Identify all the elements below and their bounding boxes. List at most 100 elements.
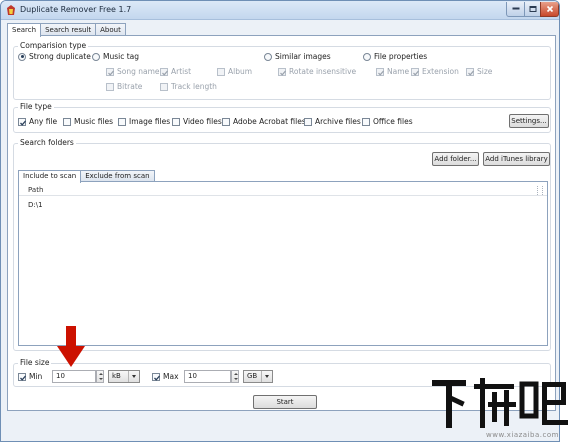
extension-label: Extension — [422, 67, 459, 76]
close-button[interactable] — [540, 2, 559, 17]
list-item[interactable]: D:\1 — [28, 201, 43, 209]
minimize-button[interactable] — [506, 2, 525, 17]
adobe-acrobat-files-checkbox[interactable]: Adobe Acrobat files — [222, 117, 306, 126]
checkbox-icon — [172, 117, 180, 126]
music-tag-radio[interactable]: Music tag — [92, 52, 139, 61]
any-file-label: Any file — [29, 117, 58, 126]
checkbox-checked-icon — [466, 67, 474, 76]
strong-duplicate-label: Strong duplicate — [29, 52, 91, 61]
bitrate-checkbox[interactable]: Bitrate — [106, 82, 142, 91]
checkbox-checked-icon — [160, 67, 168, 76]
checkbox-checked-icon — [376, 67, 384, 76]
checkbox-icon — [222, 117, 230, 126]
adobe-acrobat-files-label: Adobe Acrobat files — [233, 117, 306, 126]
list-header: Path — [19, 185, 547, 196]
min-unit-value: kB — [112, 372, 121, 380]
checkbox-icon — [160, 82, 168, 91]
any-file-checkbox[interactable]: Any file — [18, 117, 57, 126]
music-files-checkbox[interactable]: Music files — [63, 117, 113, 126]
min-size-spinner[interactable] — [96, 370, 104, 383]
file-type-title: File type — [18, 102, 54, 111]
settings-button[interactable]: Settings... — [509, 114, 549, 128]
song-name-checkbox[interactable]: Song name — [106, 67, 160, 76]
chevron-down-icon — [261, 371, 272, 382]
similar-images-label: Similar images — [275, 52, 331, 61]
song-name-label: Song name — [117, 67, 160, 76]
app-icon — [7, 5, 15, 15]
minimize-icon — [512, 7, 519, 10]
music-tag-label: Music tag — [103, 52, 140, 61]
radio-icon — [363, 52, 371, 61]
checkbox-checked-icon — [411, 67, 419, 76]
checkbox-checked-icon — [18, 117, 26, 126]
max-size-checkbox[interactable]: Max — [152, 372, 179, 381]
office-files-checkbox[interactable]: Office files — [362, 117, 413, 126]
checkbox-icon — [217, 67, 225, 76]
radio-selected-icon — [18, 52, 26, 61]
size-checkbox[interactable]: Size — [466, 67, 492, 76]
checkbox-icon — [106, 82, 114, 91]
archive-files-label: Archive files — [315, 117, 361, 126]
min-size-input[interactable]: 10 — [52, 370, 96, 383]
archive-files-checkbox[interactable]: Archive files — [304, 117, 361, 126]
tab-search[interactable]: Search — [7, 23, 42, 37]
max-unit-select[interactable]: GB — [243, 370, 273, 383]
radio-icon — [92, 52, 100, 61]
max-size-input[interactable]: 10 — [184, 370, 231, 383]
rotate-insensitive-checkbox[interactable]: Rotate insensitive — [278, 67, 356, 76]
tab-include-to-scan[interactable]: Include to scan — [18, 170, 82, 183]
min-label: Min — [29, 372, 43, 381]
min-size-checkbox[interactable]: Min — [18, 372, 42, 381]
max-size-spinner[interactable] — [231, 370, 239, 383]
album-label: Album — [228, 67, 253, 76]
min-unit-select[interactable]: kB — [108, 370, 140, 383]
maximize-icon — [529, 6, 536, 12]
close-icon — [546, 5, 553, 13]
title-bar: Duplicate Remover Free 1.7 — [1, 1, 559, 20]
file-size-title: File size — [18, 358, 52, 367]
checkbox-checked-icon — [18, 372, 26, 381]
start-button[interactable]: Start — [253, 395, 317, 409]
image-files-checkbox[interactable]: Image files — [118, 117, 170, 126]
similar-images-radio[interactable]: Similar images — [264, 52, 331, 61]
file-properties-label: File properties — [374, 52, 428, 61]
search-panel: Comparision type Strong duplicate Music … — [7, 35, 556, 411]
album-checkbox[interactable]: Album — [217, 67, 252, 76]
track-length-label: Track length — [171, 82, 217, 91]
radio-icon — [264, 52, 272, 61]
window-title: Duplicate Remover Free 1.7 — [20, 5, 132, 14]
video-files-label: Video files — [183, 117, 222, 126]
extension-checkbox[interactable]: Extension — [411, 67, 459, 76]
office-files-label: Office files — [373, 117, 413, 126]
name-checkbox[interactable]: Name — [376, 67, 409, 76]
strong-duplicate-radio[interactable]: Strong duplicate — [18, 52, 91, 61]
bitrate-label: Bitrate — [117, 82, 143, 91]
file-properties-radio[interactable]: File properties — [363, 52, 427, 61]
music-files-label: Music files — [74, 117, 114, 126]
video-files-checkbox[interactable]: Video files — [172, 117, 222, 126]
file-type-group: File type Any file Music files Image fil… — [13, 102, 551, 133]
checkbox-checked-icon — [278, 67, 286, 76]
checkbox-icon — [304, 117, 312, 126]
image-files-label: Image files — [129, 117, 171, 126]
add-folder-button[interactable]: Add folder... — [432, 152, 479, 166]
column-header-path[interactable]: Path — [28, 186, 43, 194]
artist-label: Artist — [171, 67, 192, 76]
checkbox-checked-icon — [106, 67, 114, 76]
column-resize-handle[interactable] — [537, 186, 543, 195]
folder-list[interactable]: Path D:\1 — [18, 181, 548, 346]
max-label: Max — [163, 372, 179, 381]
size-label: Size — [477, 67, 493, 76]
comparison-type-title: Comparision type — [18, 41, 89, 50]
add-itunes-library-button[interactable]: Add iTunes library — [483, 152, 550, 166]
watermark-url: www.xiazaiba.com — [486, 431, 559, 439]
checkbox-icon — [362, 117, 370, 126]
checkbox-checked-icon — [152, 372, 160, 381]
max-unit-value: GB — [247, 372, 258, 380]
artist-checkbox[interactable]: Artist — [160, 67, 191, 76]
name-label: Name — [387, 67, 410, 76]
maximize-button[interactable] — [524, 2, 541, 17]
comparison-type-group: Comparision type Strong duplicate Music … — [13, 41, 551, 100]
chevron-down-icon — [128, 371, 139, 382]
track-length-checkbox[interactable]: Track length — [160, 82, 217, 91]
